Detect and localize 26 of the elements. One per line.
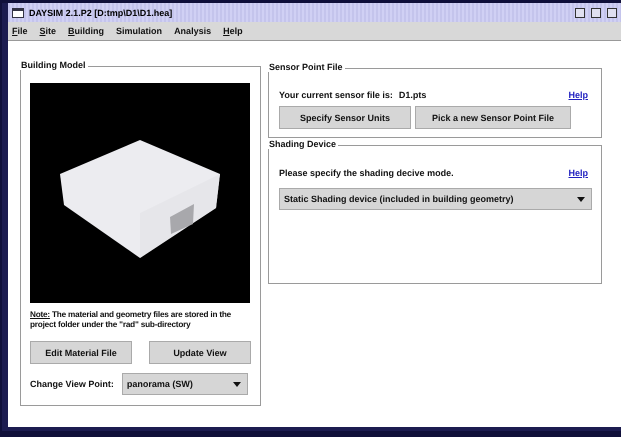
menu-item[interactable]: Help xyxy=(223,26,243,36)
help-link[interactable]: Help xyxy=(568,90,588,100)
dropdown[interactable]: Static Shading device (included in building geometry) xyxy=(279,188,592,210)
button[interactable]: Edit Material File xyxy=(30,341,132,364)
button[interactable]: Update View xyxy=(149,341,251,364)
button[interactable]: Pick a new Sensor Point File xyxy=(415,106,571,129)
help-link[interactable]: Help xyxy=(568,168,588,178)
note-text: Note: The material and geometry files are stored in the project folder under the "rad" sub-directory xyxy=(30,310,232,330)
menu-item[interactable]: Simulation xyxy=(116,26,162,36)
window-icon xyxy=(12,8,24,18)
menu-item[interactable]: Analysis xyxy=(174,26,212,36)
label: Your current sensor file is: xyxy=(279,90,393,100)
group-title: Shading Device xyxy=(267,139,338,149)
caret-icon xyxy=(577,196,585,202)
label: Change View Point: xyxy=(30,379,114,389)
file-name: D1.pts xyxy=(398,90,426,100)
group-title: Building Model xyxy=(19,60,88,70)
menu-item[interactable]: Site xyxy=(40,26,56,36)
label: Please specify the shading decive mode. xyxy=(279,168,454,178)
button[interactable]: Specify Sensor Units xyxy=(279,106,411,129)
group-title: Sensor Point File xyxy=(267,62,345,72)
menu-item[interactable]: File xyxy=(12,26,28,36)
window-title: DAYSIM 2.1.P2 [D:tmp\D1\D1.hea] xyxy=(29,8,174,18)
dropdown[interactable]: panorama (SW) xyxy=(122,373,248,395)
caret-icon xyxy=(232,382,241,386)
menu-item[interactable]: Building xyxy=(68,26,104,36)
